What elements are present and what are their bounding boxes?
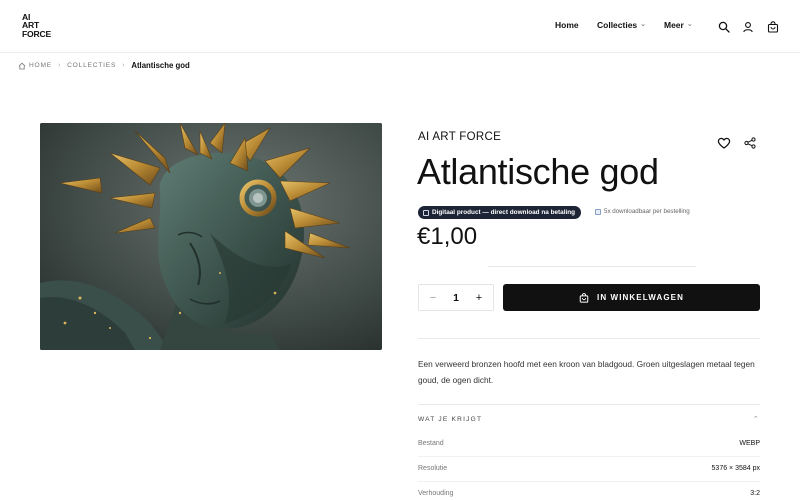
- divider: [418, 456, 760, 457]
- spec-key: Verhouding: [418, 490, 454, 497]
- download-info-icon: [595, 208, 601, 215]
- search-icon[interactable]: [717, 20, 730, 33]
- product-title: Atlantische god: [417, 151, 659, 192]
- breadcrumb: HOME › COLLECTIES › Atlantische god: [18, 61, 190, 70]
- chevron-down-icon: ⌄: [640, 21, 647, 28]
- spec-key: Bestand: [418, 440, 444, 447]
- qty-decrease-button[interactable]: −: [428, 292, 438, 304]
- spec-row: Bestand WEBP: [418, 440, 760, 447]
- spec-value: 3:2: [750, 490, 760, 497]
- add-to-cart-button[interactable]: IN WINKELWAGEN: [503, 284, 760, 311]
- spec-value: WEBP: [739, 440, 760, 447]
- bag-icon[interactable]: [766, 20, 779, 33]
- nav-collecties-label: Collecties: [597, 20, 638, 30]
- download-note: 5x downloadbaar per bestelling: [595, 208, 690, 215]
- divider: [418, 481, 760, 482]
- spec-value: 5376 × 3584 px: [711, 465, 760, 472]
- spec-row: Resolutie 5376 × 3584 px: [418, 465, 760, 472]
- file-icon: [423, 209, 429, 216]
- spec-key: Resolutie: [418, 465, 448, 472]
- badge-text: Digitaal product — direct download na be…: [432, 209, 576, 216]
- download-note-text: 5x downloadbaar per bestelling: [604, 208, 690, 215]
- quantity-stepper[interactable]: − 1 +: [418, 284, 494, 311]
- home-icon[interactable]: [18, 62, 26, 70]
- nav-meer-label: Meer: [664, 20, 684, 30]
- product-price: €1,00: [417, 223, 478, 250]
- chevron-right-icon: ›: [122, 62, 126, 69]
- logo-line-3: FORCE: [22, 28, 52, 39]
- add-to-cart-label: IN WINKELWAGEN: [597, 293, 684, 302]
- site-header: AI ART FORCE Home Collecties ⌄ Meer ⌄: [0, 0, 800, 53]
- accordion-title: WAT JE KRIJGT: [418, 415, 483, 423]
- chevron-up-icon: ⌃: [752, 416, 760, 423]
- product-description: Een verweerd bronzen hoofd met een kroon…: [418, 359, 755, 385]
- divider: [418, 404, 760, 405]
- accordion-wat-je-krijgt[interactable]: WAT JE KRIJGT ⌃: [418, 415, 760, 424]
- nav-collecties[interactable]: Collecties ⌄: [597, 20, 646, 30]
- logo[interactable]: AI ART FORCE: [22, 12, 56, 39]
- qty-value[interactable]: 1: [453, 292, 459, 304]
- divider: [418, 338, 760, 339]
- nav-home-label: Home: [555, 20, 579, 30]
- spec-row: Verhouding 3:2: [418, 490, 760, 497]
- bag-icon: [579, 292, 589, 303]
- breadcrumb-collecties[interactable]: COLLECTIES: [67, 62, 116, 69]
- divider: [488, 266, 696, 267]
- breadcrumb-home[interactable]: HOME: [29, 62, 52, 69]
- nav-meer[interactable]: Meer ⌄: [664, 20, 693, 30]
- heart-icon[interactable]: [717, 136, 731, 150]
- breadcrumb-current: Atlantische god: [131, 61, 190, 70]
- share-icon[interactable]: [743, 136, 757, 150]
- chevron-down-icon: ⌄: [686, 21, 693, 28]
- user-icon[interactable]: [741, 20, 754, 33]
- digital-product-badge: Digitaal product — direct download na be…: [418, 206, 582, 219]
- qty-increase-button[interactable]: +: [474, 292, 484, 304]
- product-image[interactable]: [40, 123, 382, 350]
- product-brand[interactable]: AI ART FORCE: [418, 131, 501, 143]
- chevron-right-icon: ›: [57, 62, 62, 69]
- nav-home[interactable]: Home: [555, 20, 579, 30]
